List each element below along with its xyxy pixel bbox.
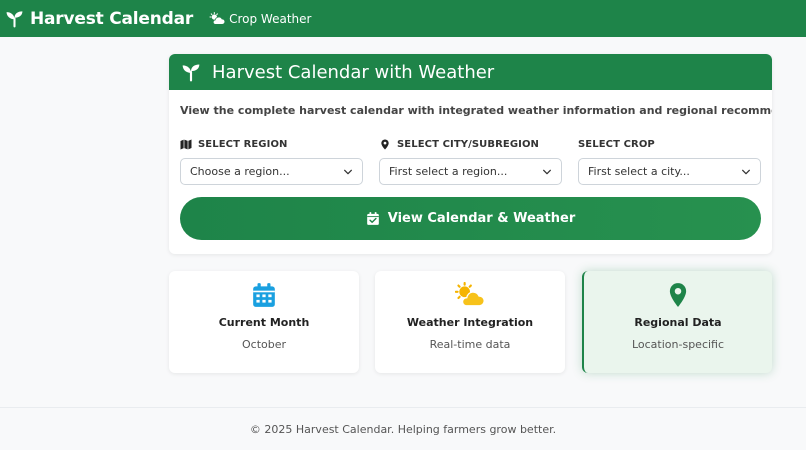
city-select[interactable]: First select a region...: [379, 158, 562, 185]
feature-card-current-month: Current Month October: [169, 271, 359, 373]
brand-title: Harvest Calendar: [30, 8, 194, 29]
crop-select-group: SELECT CROP First select a city...: [578, 138, 761, 185]
crop-label-text: SELECT CROP: [578, 138, 655, 150]
city-label: SELECT CITY/SUBREGION: [379, 138, 562, 150]
footer: © 2025 Harvest Calendar. Helping farmers…: [0, 407, 806, 450]
card-description: View the complete harvest calendar with …: [180, 104, 772, 117]
region-select[interactable]: Choose a region...: [180, 158, 363, 185]
feature-title: Regional Data: [634, 316, 722, 329]
feature-title: Weather Integration: [406, 316, 534, 329]
crop-select-value: First select a city...: [588, 165, 690, 178]
nav-link-label: Crop Weather: [229, 11, 312, 26]
top-navbar: Harvest Calendar Crop Weather: [0, 0, 806, 37]
feature-subtitle: October: [241, 338, 287, 351]
crop-label: SELECT CROP: [578, 138, 761, 150]
feature-card-regional-data: Regional Data Location-specific: [582, 271, 772, 373]
calendar-check-icon: [366, 212, 379, 225]
view-calendar-weather-label: View Calendar & Weather: [387, 211, 576, 226]
city-label-text: SELECT CITY/SUBREGION: [397, 138, 540, 150]
city-select-group: SELECT CITY/SUBREGION First select a reg…: [379, 138, 562, 185]
seedling-icon: [182, 64, 200, 82]
region-select-value: Choose a region...: [190, 165, 290, 178]
region-label: SELECT REGION: [180, 138, 363, 150]
card-body: View the complete harvest calendar with …: [169, 104, 772, 240]
selector-row: SELECT REGION Choose a region... SELECT …: [180, 138, 761, 185]
footer-text: © 2025 Harvest Calendar. Helping farmers…: [249, 422, 557, 436]
seedling-icon: [6, 11, 23, 28]
map-pin-icon: [381, 138, 389, 150]
card-title: Harvest Calendar with Weather: [212, 61, 495, 83]
feature-card-weather: Weather Integration Real-time data: [375, 271, 565, 373]
region-select-group: SELECT REGION Choose a region...: [180, 138, 363, 185]
location-pin-icon: [669, 283, 687, 307]
cloud-sun-icon: [209, 11, 226, 25]
feature-title: Current Month: [218, 316, 310, 329]
map-icon: [180, 139, 192, 149]
view-calendar-weather-button[interactable]: View Calendar & Weather: [180, 197, 761, 240]
card-header: Harvest Calendar with Weather: [169, 54, 772, 90]
nav-link-crop-weather[interactable]: Crop Weather: [209, 12, 311, 26]
harvest-calendar-card: Harvest Calendar with Weather View the c…: [169, 54, 772, 254]
crop-select[interactable]: First select a city...: [578, 158, 761, 185]
calendar-icon: [253, 283, 275, 307]
feature-subtitle: Location-specific: [631, 338, 725, 351]
feature-subtitle: Real-time data: [429, 338, 511, 351]
chevron-down-icon: [344, 169, 352, 174]
chevron-down-icon: [543, 169, 551, 174]
city-select-value: First select a region...: [389, 165, 508, 178]
chevron-down-icon: [742, 169, 750, 174]
brand-link[interactable]: Harvest Calendar: [5, 9, 193, 29]
sun-cloud-icon: [455, 282, 485, 307]
region-label-text: SELECT REGION: [198, 138, 288, 150]
